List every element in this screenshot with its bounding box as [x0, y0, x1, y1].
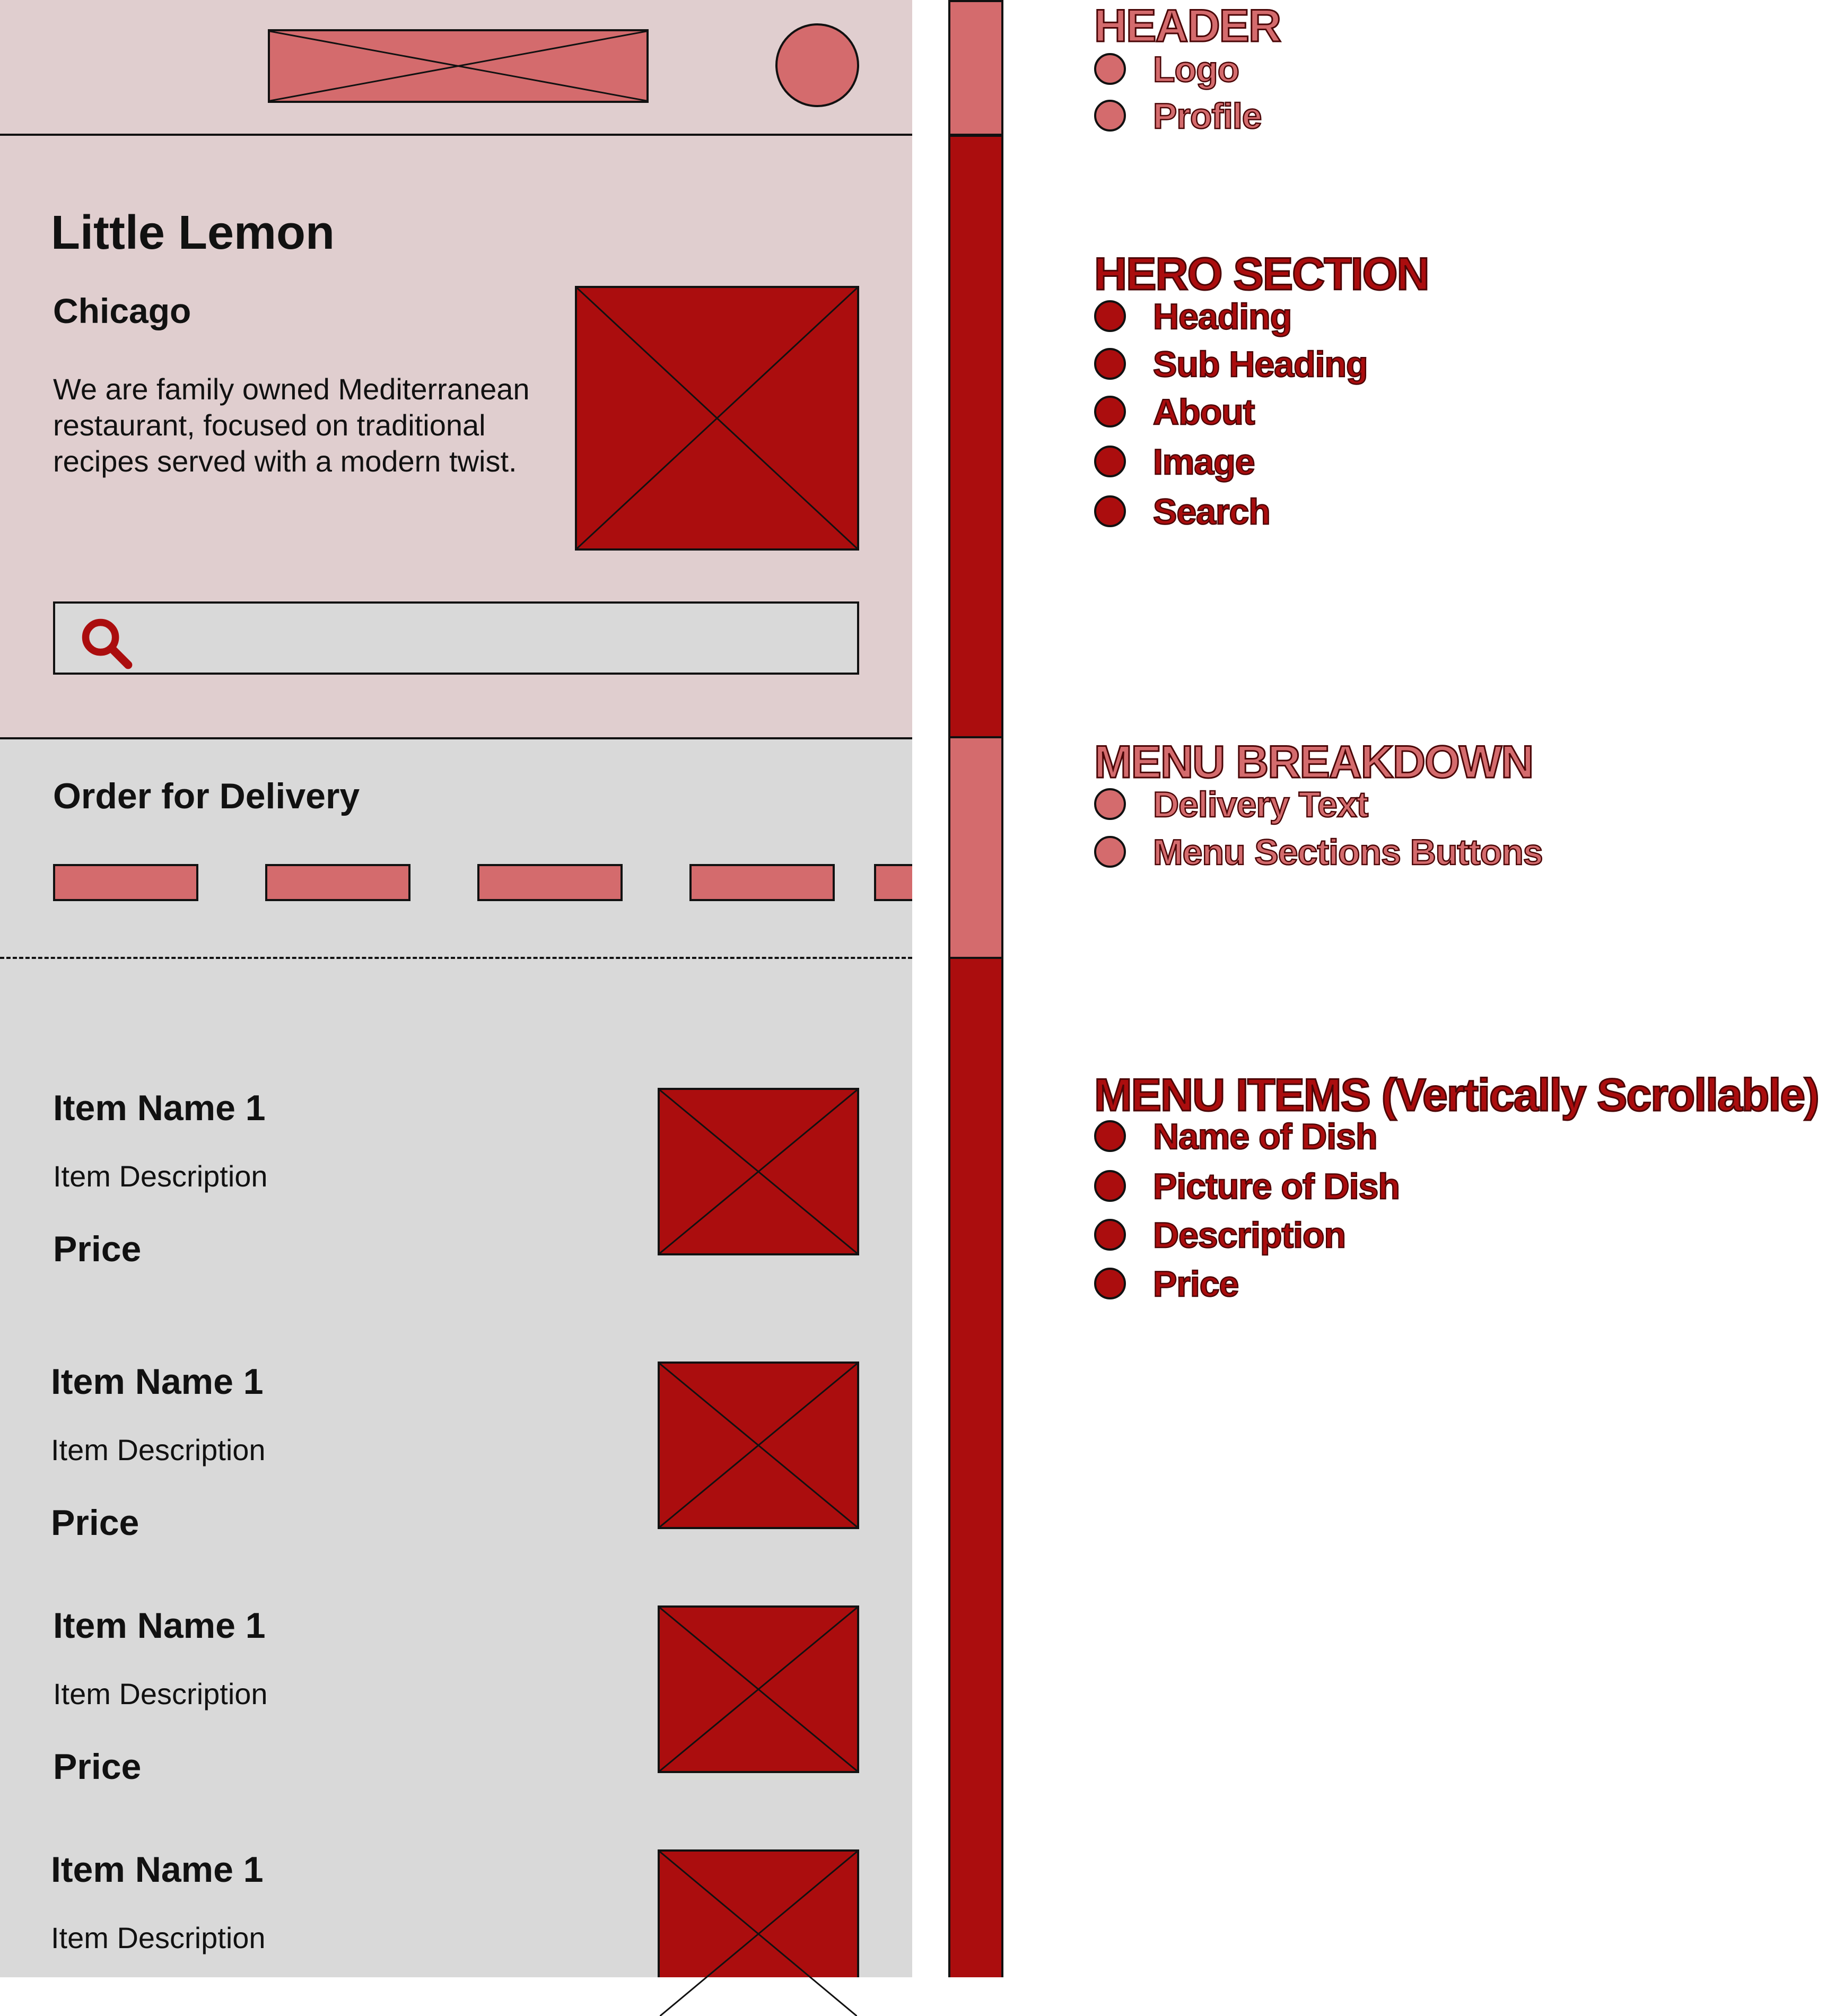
bullet-dot [1094, 495, 1126, 527]
annotation-item: Heading [1152, 296, 1293, 338]
item-description: Item Description [53, 1159, 268, 1193]
hero-sub-heading: Chicago [53, 291, 191, 330]
item-image-placeholder[interactable] [658, 1849, 859, 1977]
item-image-placeholder[interactable] [658, 1362, 859, 1529]
annotation-item: Picture of Dish [1152, 1166, 1401, 1208]
menu-section-button[interactable] [53, 864, 198, 901]
menu-section-button[interactable] [477, 864, 623, 901]
menu-breakdown-marker [948, 736, 1003, 959]
image-placeholder-icon [660, 1364, 857, 1527]
item-name: Item Name 1 [53, 1605, 266, 1646]
menu-section-button[interactable] [874, 864, 912, 901]
annotation-title-menu-items: MENU ITEMS (Vertically Scrollable) [1094, 1069, 1821, 1122]
annotation-item: Name of Dish [1152, 1116, 1378, 1158]
image-placeholder-icon [660, 1090, 857, 1253]
item-name: Item Name 1 [53, 1088, 266, 1128]
search-input[interactable] [53, 601, 859, 675]
bullet-dot [1094, 1120, 1126, 1152]
annotation-item: Search [1152, 491, 1271, 533]
image-placeholder-icon [660, 1852, 857, 2016]
annotation-title-header: HEADER [1093, 0, 1282, 53]
hero-section-marker [948, 135, 1003, 740]
menu-breakdown-section [0, 739, 912, 959]
annotation-item: Description [1152, 1215, 1347, 1256]
item-price: Price [51, 1503, 139, 1543]
bullet-dot [1094, 446, 1126, 477]
item-image-placeholder[interactable] [658, 1605, 859, 1773]
bullet-dot [1094, 100, 1126, 132]
annotation-item: Image [1152, 441, 1256, 483]
hero-heading: Little Lemon [51, 206, 335, 259]
bullet-dot [1094, 788, 1126, 820]
annotation-title-hero: HERO SECTION [1094, 248, 1431, 301]
annotation-item: Price [1152, 1263, 1240, 1305]
bullet-dot [1094, 1170, 1126, 1202]
menu-section-button[interactable] [265, 864, 410, 901]
item-image-placeholder[interactable] [658, 1088, 859, 1255]
annotation-item: About [1152, 391, 1256, 433]
profile-avatar[interactable] [775, 23, 859, 107]
search-icon [82, 618, 133, 669]
annotation-item: Menu Sections Buttons [1152, 832, 1544, 874]
annotation-title-menu-breakdown: MENU BREAKDOWN [1093, 736, 1534, 789]
bullet-dot [1094, 396, 1126, 427]
item-name: Item Name 1 [51, 1362, 264, 1402]
menu-items-marker [948, 957, 1003, 1977]
annotation-item: Profile [1152, 95, 1263, 137]
bullet-dot [1094, 53, 1126, 85]
bullet-dot [1094, 300, 1126, 332]
item-name: Item Name 1 [51, 1849, 264, 1890]
item-price: Price [53, 1229, 142, 1269]
bullet-dot [1094, 1219, 1126, 1251]
item-description: Item Description [53, 1677, 268, 1710]
image-placeholder-icon [660, 1608, 857, 1771]
menu-section-button[interactable] [689, 864, 835, 901]
bullet-dot [1094, 348, 1126, 380]
image-placeholder-icon [577, 288, 857, 548]
item-description: Item Description [51, 1921, 266, 1954]
annotation-item: Delivery Text [1152, 784, 1369, 826]
hero-about-text: We are family owned Mediterranean restau… [53, 372, 530, 478]
bullet-dot [1094, 836, 1126, 868]
header-section-marker [948, 0, 1003, 136]
item-price: Price [53, 1747, 142, 1787]
item-description: Item Description [51, 1433, 266, 1467]
logo-placeholder[interactable] [268, 29, 649, 103]
annotation-item: Sub Heading [1152, 344, 1369, 386]
hero-image-placeholder [575, 286, 859, 551]
image-placeholder-icon [270, 31, 646, 101]
delivery-text: Order for Delivery [53, 776, 360, 816]
annotation-item: Logo [1152, 49, 1240, 91]
bullet-dot [1094, 1268, 1126, 1299]
